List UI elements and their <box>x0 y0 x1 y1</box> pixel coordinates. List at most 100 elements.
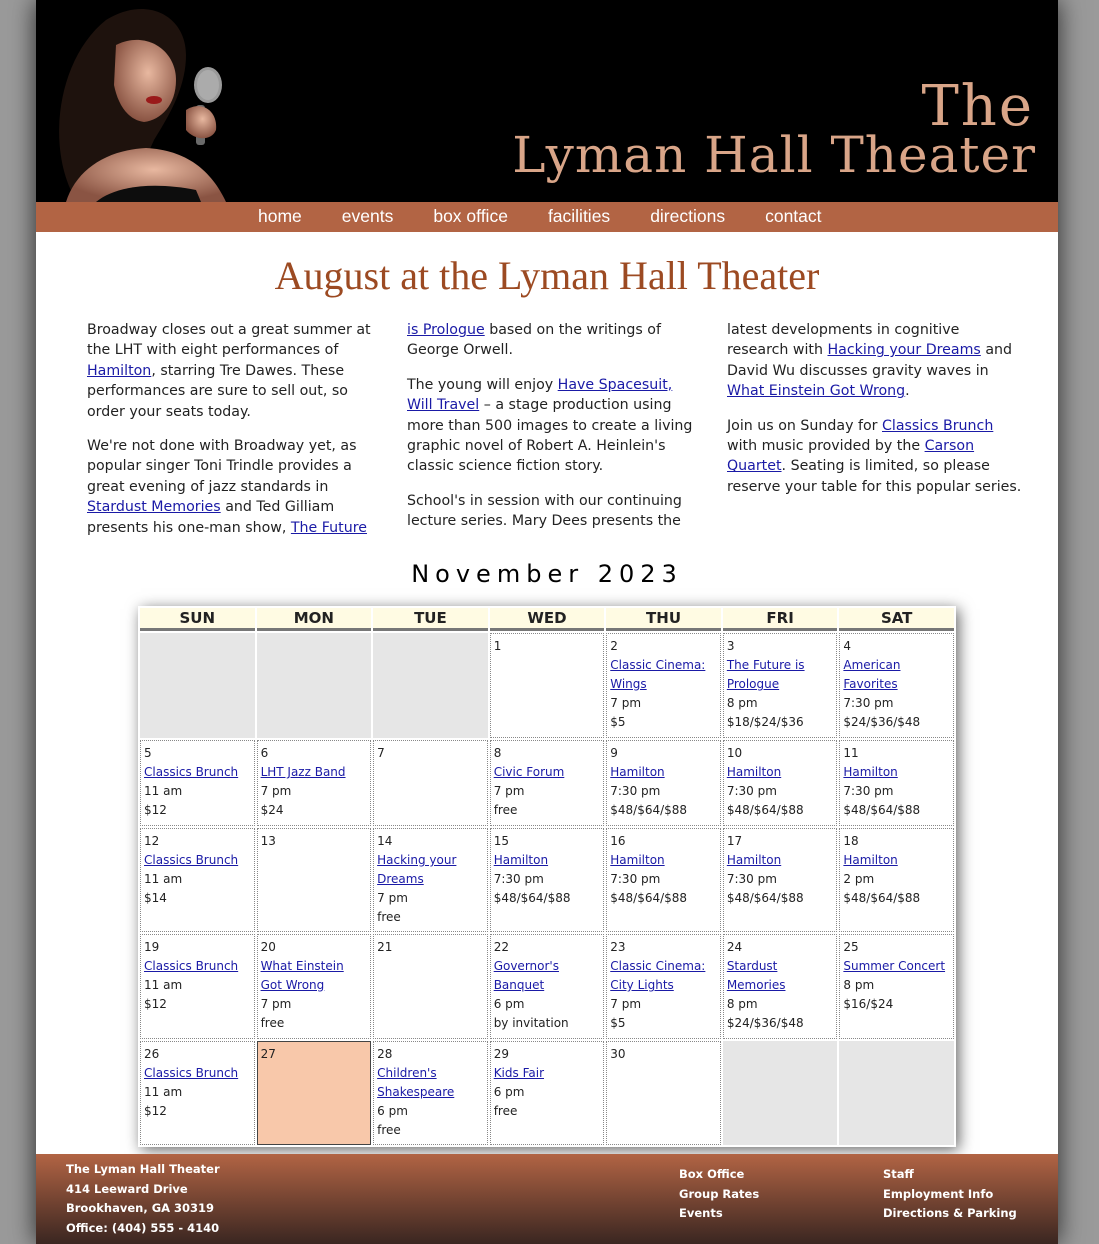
footer-link-staff[interactable]: Staff <box>883 1167 914 1181</box>
event-time: 7 pm <box>377 891 408 905</box>
event-link[interactable]: What Einstein Got Wrong <box>261 957 368 995</box>
singer-photo <box>36 0 241 202</box>
event-time: 7 pm <box>260 997 292 1011</box>
event-time: 7:30 pm <box>493 872 544 886</box>
event-price: $16/$24 <box>843 997 894 1011</box>
event-price: $48/$64/$88 <box>493 891 571 905</box>
nav-contact[interactable]: contact <box>765 206 821 226</box>
event-link[interactable]: Hamilton <box>610 851 717 870</box>
calendar-day-cell: 30 <box>606 1041 721 1145</box>
day-number: 6 <box>260 746 269 760</box>
day-header: WED <box>489 608 605 631</box>
day-number: 29 <box>493 1047 509 1061</box>
event-time: 7:30 pm <box>726 784 777 798</box>
link-hacking-your-dreams[interactable]: Hacking your Dreams <box>828 342 981 358</box>
event-price: $48/$64/$88 <box>726 803 804 817</box>
event-link[interactable]: Hamilton <box>727 763 834 782</box>
calendar-day-cell: 1 <box>489 633 605 738</box>
nav-events[interactable]: events <box>342 206 394 226</box>
event-link[interactable]: The Future is Prologue <box>727 656 834 694</box>
nav-home[interactable]: home <box>258 206 302 226</box>
event-price: $5 <box>610 1016 626 1030</box>
event-link[interactable]: Children's Shakespeare <box>377 1064 484 1102</box>
event-link[interactable]: Hamilton <box>494 851 601 870</box>
event-time: 11 am <box>144 1085 183 1099</box>
event-link[interactable]: Classics Brunch <box>144 851 251 870</box>
calendar-day-cell: 25 Summer Concert 8 pm $16/$24 <box>839 934 954 1039</box>
nav-facilities[interactable]: facilities <box>548 206 610 226</box>
calendar-day-cell: 10 Hamilton 7:30 pm $48/$64/$88 <box>722 740 838 826</box>
event-calendar: SUN MON TUE WED THU FRI SAT 1 2 Classic Ci… <box>138 606 956 1147</box>
footer-links-group: Box Office Group Rates Events <box>679 1165 759 1224</box>
calendar-day-cell: 22 Governor's Banquet 6 pm by invitation <box>489 934 605 1039</box>
event-link[interactable]: American Favorites <box>843 656 950 694</box>
calendar-body: 1 2 Classic Cinema: Wings 7 pm $5 3 The Future… <box>140 633 954 1145</box>
link-stardust-memories[interactable]: Stardust Memories <box>87 499 221 515</box>
calendar-day-cell: 20 What Einstein Got Wrong 7 pm free <box>256 934 372 1039</box>
event-link[interactable]: Classics Brunch <box>144 1064 251 1083</box>
calendar-empty-cell <box>140 633 255 738</box>
calendar-header-row: SUN MON TUE WED THU FRI SAT <box>140 608 954 631</box>
event-price: free <box>260 1016 285 1030</box>
calendar-day-cell: 2 Classic Cinema: Wings 7 pm $5 <box>606 633 721 738</box>
footer-link-events[interactable]: Events <box>679 1206 723 1220</box>
event-link[interactable]: Hamilton <box>843 851 950 870</box>
site-header: The Lyman Hall Theater <box>36 0 1058 202</box>
day-header: FRI <box>722 608 838 631</box>
calendar-day-cell: 9 Hamilton 7:30 pm $48/$64/$88 <box>606 740 721 826</box>
event-link[interactable]: Stardust Memories <box>727 957 834 995</box>
event-link[interactable]: Civic Forum <box>494 763 601 782</box>
day-number: 15 <box>493 834 509 848</box>
calendar-day-cell: 4 American Favorites 7:30 pm $24/$36/$48 <box>839 633 954 738</box>
event-link[interactable]: Classic Cinema: City Lights <box>610 957 717 995</box>
footer-link-directions-parking[interactable]: Directions & Parking <box>883 1206 1017 1220</box>
day-header: MON <box>256 608 372 631</box>
event-time: 7:30 pm <box>610 784 661 798</box>
event-link[interactable]: Hamilton <box>610 763 717 782</box>
calendar-day-cell: 12 Classics Brunch 11 am $14 <box>140 828 255 932</box>
nav-directions[interactable]: directions <box>650 206 725 226</box>
event-link[interactable]: Governor's Banquet <box>494 957 601 995</box>
calendar-day-cell: 15 Hamilton 7:30 pm $48/$64/$88 <box>489 828 605 932</box>
event-time: 7:30 pm <box>843 784 894 798</box>
day-number: 30 <box>610 1047 626 1061</box>
day-number: 1 <box>493 639 502 653</box>
event-price: $12 <box>144 1104 167 1118</box>
event-link[interactable]: Classics Brunch <box>144 763 251 782</box>
calendar-week: 19 Classics Brunch 11 am $12 20 What Einstein… <box>140 934 954 1039</box>
event-link[interactable]: Hacking your Dreams <box>377 851 484 889</box>
event-link[interactable]: Classics Brunch <box>144 957 251 976</box>
event-time: 6 pm <box>493 997 525 1011</box>
event-link[interactable]: Kids Fair <box>494 1064 601 1083</box>
day-number: 26 <box>144 1047 160 1061</box>
event-price: $12 <box>144 997 167 1011</box>
calendar-day-cell: 3 The Future is Prologue 8 pm $18/$24/$36 <box>722 633 838 738</box>
event-price: $48/$64/$88 <box>843 803 921 817</box>
calendar-day-cell: 5 Classics Brunch 11 am $12 <box>140 740 255 826</box>
calendar-empty-cell <box>256 633 372 738</box>
event-time: 8 pm <box>843 978 875 992</box>
nav-box-office[interactable]: box office <box>433 206 508 226</box>
site-title: Lyman Hall Theater <box>512 126 1036 184</box>
event-time: 6 pm <box>377 1104 408 1118</box>
event-link[interactable]: Classic Cinema: Wings <box>610 656 717 694</box>
event-link[interactable]: LHT Jazz Band <box>261 763 368 782</box>
calendar-day-cell: 24 Stardust Memories 8 pm $24/$36/$48 <box>722 934 838 1039</box>
event-link[interactable]: Hamilton <box>727 851 834 870</box>
link-what-einstein-got-wrong[interactable]: What Einstein Got Wrong <box>727 383 905 399</box>
event-link[interactable]: Summer Concert <box>843 957 950 976</box>
article-paragraph: The young will enjoy Have Spacesuit, Wil… <box>407 375 702 477</box>
calendar-day-cell: 27 <box>256 1041 372 1145</box>
event-link[interactable]: Hamilton <box>843 763 950 782</box>
footer-link-group-rates[interactable]: Group Rates <box>679 1187 759 1201</box>
event-price: $48/$64/$88 <box>610 891 688 905</box>
article-paragraph: Broadway closes out a great summer at th… <box>87 320 382 422</box>
link-hamilton[interactable]: Hamilton <box>87 363 151 379</box>
footer-link-employment-info[interactable]: Employment Info <box>883 1187 993 1201</box>
link-classics-brunch[interactable]: Classics Brunch <box>882 418 993 434</box>
day-number: 25 <box>843 940 859 954</box>
day-number: 2 <box>610 639 618 653</box>
footer-link-box-office[interactable]: Box Office <box>679 1167 744 1181</box>
footer-city: Brookhaven, GA 30319 <box>66 1201 215 1215</box>
event-time: 8 pm <box>726 696 758 710</box>
